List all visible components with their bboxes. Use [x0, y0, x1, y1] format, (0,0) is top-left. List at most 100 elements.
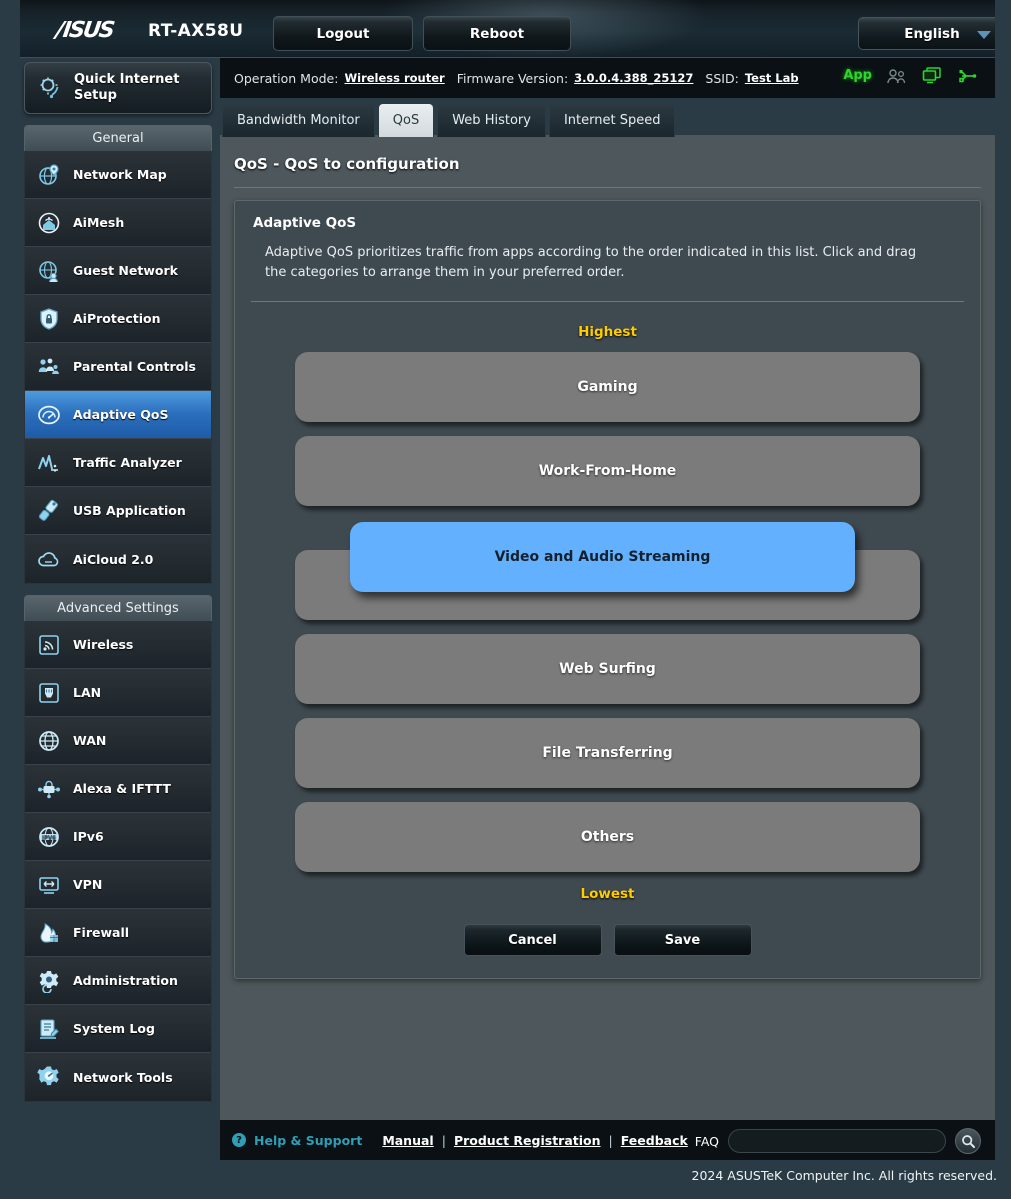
sidebar-item-aicloud[interactable]: AiCloud 2.0	[25, 535, 211, 583]
help-support-link[interactable]: Help & Support	[254, 1133, 362, 1148]
footer-bar: ? Help & Support Manual | Product Regist…	[220, 1120, 995, 1160]
qos-category-list: Gaming Work-From-Home Video and Audio St…	[235, 352, 980, 873]
sidebar-item-label: Adaptive QoS	[73, 407, 169, 422]
reboot-button[interactable]: Reboot	[423, 16, 571, 51]
card-description: Adaptive QoS prioritizes traffic from ap…	[265, 245, 917, 281]
chevron-down-icon	[977, 31, 991, 39]
tab-qos[interactable]: QoS	[377, 103, 435, 137]
top-banner: /ISUS RT-AX58U Logout Reboot English	[20, 0, 995, 58]
sidebar-item-label: Parental Controls	[73, 359, 196, 374]
tab-web-history[interactable]: Web History	[437, 103, 546, 137]
app-icon[interactable]: App	[843, 68, 872, 83]
tab-bandwidth-monitor[interactable]: Bandwidth Monitor	[222, 103, 375, 137]
sidebar-item-network-map[interactable]: Network Map	[25, 151, 211, 199]
sidebar-item-label: WAN	[73, 733, 107, 748]
sidebar-item-guest-network[interactable]: Guest Network	[25, 247, 211, 295]
usb-icon[interactable]	[957, 68, 977, 84]
users-icon[interactable]	[887, 68, 907, 84]
vpn-icon	[35, 871, 63, 899]
qos-category-file-transferring[interactable]: File Transferring	[295, 718, 920, 789]
highest-priority-label: Highest	[578, 324, 637, 341]
footer-separator-1: |	[441, 1132, 446, 1148]
qos-category-web-surfing[interactable]: Web Surfing	[295, 634, 920, 705]
help-question-icon: ?	[232, 1133, 246, 1147]
sidebar-item-label: Network Tools	[73, 1069, 173, 1085]
quick-internet-setup-label: Quick Internet Setup	[74, 71, 180, 103]
language-selector[interactable]: English	[858, 17, 995, 50]
wan-globe-icon	[35, 727, 63, 755]
firmware-value[interactable]: 3.0.0.4.388_25127	[574, 71, 693, 85]
sidebar-item-label: USB Application	[73, 503, 186, 518]
shield-lock-icon	[35, 305, 63, 333]
ssid-label: SSID:	[705, 70, 739, 86]
usb-application-icon	[35, 497, 63, 525]
router-model-label: RT-AX58U	[148, 21, 244, 41]
alexa-ifttt-icon	[35, 775, 63, 803]
wireless-icon	[35, 631, 63, 659]
sidebar-item-label: Traffic Analyzer	[73, 455, 182, 470]
page-title: QoS - QoS to configuration	[234, 155, 460, 173]
network-tools-icon	[35, 1063, 63, 1091]
operation-mode-value[interactable]: Wireless router	[344, 71, 444, 85]
ssid-value[interactable]: Test Lab	[745, 71, 799, 85]
sidebar-item-adaptive-qos[interactable]: Adaptive QoS	[25, 391, 211, 439]
cancel-button[interactable]: Cancel	[463, 924, 602, 957]
aimesh-icon	[35, 209, 63, 237]
quick-internet-setup-button[interactable]: Quick Internet Setup	[24, 62, 212, 114]
qos-category-work-from-home[interactable]: Work-From-Home	[295, 436, 920, 507]
gauge-icon	[35, 401, 63, 429]
card-title: Adaptive QoS	[253, 215, 357, 231]
sidebar-item-label: System Log	[73, 1021, 155, 1036]
copyright-text: 2024 ASUSTeK Computer Inc. All rights re…	[691, 1168, 998, 1183]
sidebar-item-label: Firewall	[73, 925, 130, 940]
sidebar-item-alexa-ifttt[interactable]: Alexa & IFTTT	[25, 765, 211, 813]
sidebar-item-vpn[interactable]: VPN	[25, 861, 211, 909]
operation-mode-label: Operation Mode:	[234, 70, 339, 86]
faq-label: FAQ	[694, 1133, 719, 1149]
sidebar-item-ipv6[interactable]: IPV6 IPv6	[25, 813, 211, 861]
svg-text:IPV6: IPV6	[42, 835, 56, 841]
administration-gear-icon	[35, 967, 63, 995]
manual-link[interactable]: Manual	[382, 1133, 433, 1148]
qos-category-gaming[interactable]: Gaming	[295, 352, 920, 423]
main-content-panel: QoS - QoS to configuration Adaptive QoS …	[220, 135, 995, 1120]
sidebar-item-aimesh[interactable]: AiMesh	[25, 199, 211, 247]
sidebar-item-label: VPN	[73, 877, 103, 892]
sidebar-item-system-log[interactable]: System Log	[25, 1005, 211, 1053]
sidebar-group-general: General	[24, 125, 212, 151]
sidebar-item-parental-controls[interactable]: Parental Controls	[25, 343, 211, 391]
sidebar-item-label: Network Map	[73, 167, 167, 182]
ipv6-icon: IPV6	[35, 823, 63, 851]
sidebar-item-label: Alexa & IFTTT	[73, 781, 171, 796]
sidebar: Quick Internet Setup General Network Map…	[24, 62, 212, 1102]
system-log-icon	[35, 1015, 63, 1043]
sidebar-item-firewall[interactable]: Firewall	[25, 909, 211, 957]
logout-button[interactable]: Logout	[273, 16, 413, 51]
qos-category-others[interactable]: Others	[295, 802, 920, 873]
cloud-icon	[35, 545, 63, 573]
search-icon[interactable]	[955, 1128, 981, 1154]
qos-category-video-and-audio-streaming[interactable]: Video and Audio Streaming	[350, 522, 855, 593]
firmware-label: Firmware Version:	[456, 70, 569, 86]
product-registration-link[interactable]: Product Registration	[454, 1133, 601, 1148]
status-info-bar: Operation Mode: Wireless router Firmware…	[220, 58, 995, 98]
faq-search-group: FAQ	[695, 1128, 981, 1154]
asus-logo: /ISUS	[54, 18, 115, 43]
sidebar-item-traffic-analyzer[interactable]: Traffic Analyzer	[25, 439, 211, 487]
sidebar-item-wireless[interactable]: Wireless	[25, 621, 211, 669]
sidebar-item-administration[interactable]: Administration	[25, 957, 211, 1005]
sidebar-item-wan[interactable]: WAN	[25, 717, 211, 765]
sidebar-item-lan[interactable]: LAN	[25, 669, 211, 717]
monitor-icon[interactable]	[922, 67, 942, 84]
sidebar-item-label: AiProtection	[73, 311, 161, 326]
status-icon-group: App	[843, 67, 977, 84]
sidebar-item-aiprotection[interactable]: AiProtection	[25, 295, 211, 343]
feedback-link[interactable]: Feedback	[621, 1133, 688, 1148]
sidebar-item-usb-application[interactable]: USB Application	[25, 487, 211, 535]
save-button[interactable]: Save	[613, 924, 752, 957]
tab-internet-speed[interactable]: Internet Speed	[548, 103, 676, 137]
sidebar-item-network-tools[interactable]: Network Tools	[25, 1053, 211, 1101]
faq-search-input[interactable]	[728, 1129, 946, 1153]
qos-drag-slot: Video and Audio Streaming	[295, 522, 920, 621]
sidebar-group-advanced-settings: Advanced Settings	[24, 595, 212, 621]
